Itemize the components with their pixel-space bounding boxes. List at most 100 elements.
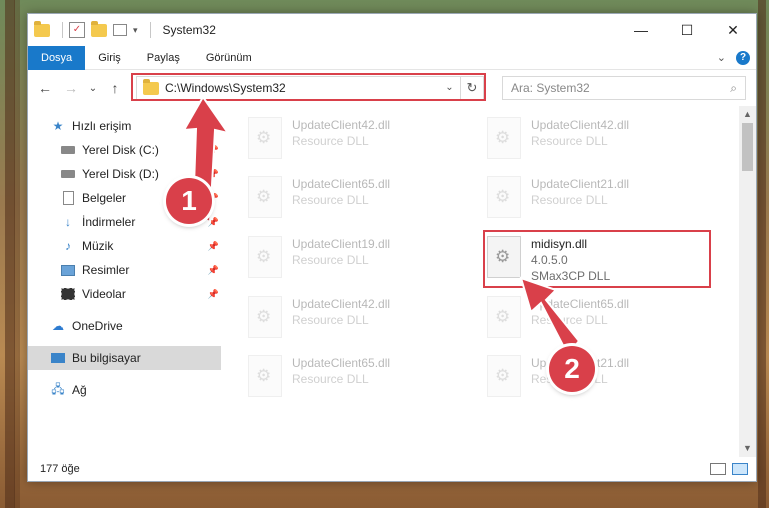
scroll-down-arrow-icon[interactable]: ▼: [739, 440, 756, 457]
view-toggle: [710, 463, 756, 475]
sidebar-item-disk-c[interactable]: Yerel Disk (C:) 📌: [28, 138, 221, 162]
address-highlight-box: [131, 73, 486, 101]
details-view-icon[interactable]: [710, 463, 726, 475]
file-item[interactable]: UpdateClient65.dll Resource DLL: [248, 355, 448, 403]
file-item[interactable]: UpdateClient21.dll Resource DLL: [487, 176, 687, 224]
pin-icon[interactable]: 📌: [208, 217, 219, 228]
title-bar: ✓ ▾ System32 — ☐ ✕: [28, 14, 756, 46]
file-item[interactable]: UpdateClient42.dll Resource DLL: [487, 117, 687, 165]
file-name: UpdateClient42.dll: [531, 118, 630, 132]
sidebar-item-label: Ağ: [72, 383, 87, 397]
status-bar: 177 öğe: [28, 457, 756, 481]
documents-icon: [60, 190, 76, 206]
file-name: UpdateClient65.dll: [292, 177, 391, 191]
large-icons-view-icon[interactable]: [732, 463, 748, 475]
dll-file-icon: [248, 236, 282, 278]
sidebar-item-network[interactable]: 🖧 Ağ: [28, 378, 221, 402]
vertical-scrollbar[interactable]: ▲ ▼: [739, 106, 756, 457]
video-icon: [60, 286, 76, 302]
maximize-button[interactable]: ☐: [664, 14, 710, 46]
dll-file-icon: [248, 176, 282, 218]
expand-ribbon-icon[interactable]: ⌄: [717, 51, 726, 64]
pin-icon[interactable]: 📌: [208, 241, 219, 252]
tab-home[interactable]: Giriş: [85, 46, 134, 70]
help-icon[interactable]: ?: [736, 50, 750, 65]
search-input[interactable]: Ara: System32 ⌕: [502, 76, 746, 100]
up-button[interactable]: ↑: [106, 80, 124, 96]
sidebar-item-label: OneDrive: [72, 319, 123, 333]
minimize-button[interactable]: —: [618, 14, 664, 46]
window-controls: — ☐ ✕: [618, 14, 756, 46]
file-item[interactable]: UpdateClient42.dll Resource DLL: [248, 117, 448, 165]
download-icon: ↓: [65, 215, 71, 229]
close-button[interactable]: ✕: [710, 14, 756, 46]
step-badge-1: 1: [166, 178, 212, 224]
scroll-thumb[interactable]: [742, 123, 753, 171]
file-name: UpdateClient65.dll: [531, 297, 630, 311]
file-name: UpdateClient42.dll: [292, 118, 391, 132]
cloud-icon: ☁: [52, 319, 64, 333]
dll-file-icon: [248, 355, 282, 397]
search-placeholder: Ara: System32: [511, 81, 590, 95]
sidebar-item-label: Yerel Disk (D:): [82, 167, 159, 181]
network-icon: 🖧: [51, 381, 65, 396]
dll-file-icon: [248, 117, 282, 159]
sidebar-item-quick-access[interactable]: ★ Hızlı erişim: [28, 114, 221, 138]
properties-icon[interactable]: ✓: [69, 22, 85, 38]
sidebar-item-videos[interactable]: Videolar 📌: [28, 282, 221, 306]
tab-view[interactable]: Görünüm: [193, 46, 265, 70]
file-name: UpdateClient42.dll: [292, 297, 391, 311]
sidebar-item-label: Yerel Disk (C:): [82, 143, 159, 157]
file-item[interactable]: UpdateClient65.dll Resource DLL: [248, 176, 448, 224]
file-type: Resource DLL: [531, 313, 608, 327]
sidebar-item-this-pc[interactable]: Bu bilgisayar: [28, 346, 221, 370]
file-type: Resource DLL: [531, 193, 608, 207]
ribbon-tabs: Dosya Giriş Paylaş Görünüm ⌄ ?: [28, 45, 756, 70]
dll-file-icon: [487, 176, 521, 218]
sidebar-item-label: İndirmeler: [82, 215, 136, 229]
folder-icon: [34, 20, 50, 37]
dll-file-icon: [487, 296, 521, 338]
step-badge-2: 2: [549, 346, 595, 392]
pin-icon[interactable]: 📌: [208, 289, 219, 300]
file-name: UpdateClient65.dll: [292, 356, 391, 370]
sidebar-item-label: Resimler: [82, 263, 130, 277]
file-type: Resource DLL: [292, 253, 369, 267]
tab-share[interactable]: Paylaş: [134, 46, 193, 70]
sidebar-item-music[interactable]: ♪ Müzik 📌: [28, 234, 221, 258]
drive-icon: [60, 142, 76, 158]
sidebar-item-label: Bu bilgisayar: [72, 351, 141, 365]
sidebar-item-label: Hızlı erişim: [72, 119, 132, 133]
item-count: 177 öğe: [40, 463, 80, 475]
file-item[interactable]: UpdateClient65.dll Resource DLL: [487, 296, 687, 344]
customize-quick-access-icon[interactable]: ▾: [133, 25, 138, 36]
back-button[interactable]: ←: [36, 80, 54, 96]
sidebar-item-onedrive[interactable]: ☁ OneDrive: [28, 314, 221, 338]
new-folder-icon[interactable]: [91, 20, 107, 37]
file-name: UpdateClient21.dll: [531, 177, 630, 191]
sidebar-item-label: Müzik: [82, 239, 114, 253]
pin-icon[interactable]: 📌: [208, 145, 219, 156]
dll-file-icon: [487, 355, 521, 397]
sidebar-item-pictures[interactable]: Resimler 📌: [28, 258, 221, 282]
dll-file-icon: [487, 117, 521, 159]
dll-file-icon: [248, 296, 282, 338]
forward-button[interactable]: →: [62, 80, 80, 96]
tab-file[interactable]: Dosya: [28, 45, 86, 70]
divider: [62, 22, 63, 38]
pin-icon[interactable]: 📌: [208, 169, 219, 180]
sidebar-item-label: Belgeler: [82, 191, 127, 205]
view-options-icon[interactable]: [113, 24, 127, 36]
recent-locations-button[interactable]: ⌄: [88, 83, 98, 94]
pin-icon[interactable]: 📌: [208, 265, 219, 276]
file-type: Resource DLL: [292, 372, 369, 386]
file-item[interactable]: UpdateClient19.dll Resource DLL: [248, 236, 448, 284]
file-type: Resource DLL: [292, 313, 369, 327]
sidebar-item-label: Videolar: [82, 287, 126, 301]
file-item[interactable]: UpdateClient42.dll Resource DLL: [248, 296, 448, 344]
search-icon[interactable]: ⌕: [730, 81, 737, 96]
pictures-icon: [60, 262, 76, 278]
scroll-up-arrow-icon[interactable]: ▲: [739, 106, 756, 123]
